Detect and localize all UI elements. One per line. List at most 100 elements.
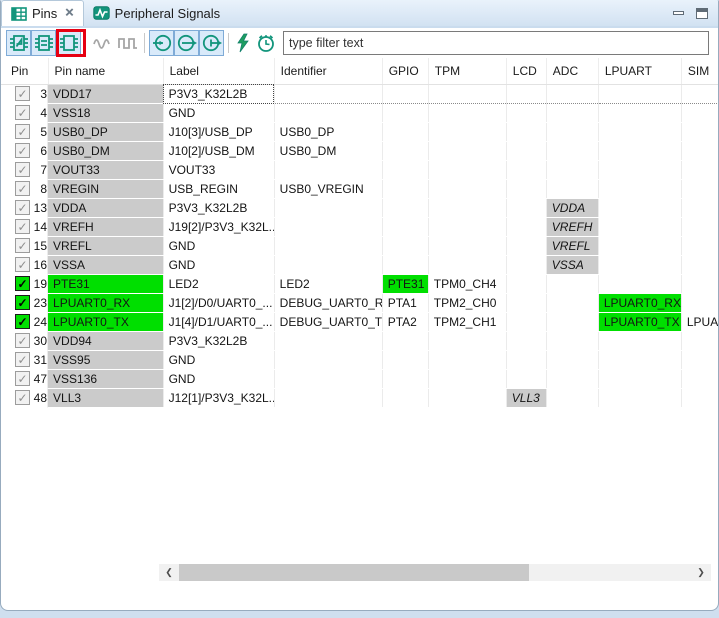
cell[interactable]: VREFL [48,237,163,256]
cell[interactable]: USB0_DP [48,123,163,142]
cell[interactable]: VDD94 [48,332,163,351]
cell[interactable] [382,351,428,370]
cell[interactable] [274,351,382,370]
table-row[interactable]: 16VSSAGNDVSSA [1,256,719,275]
pin-checkbox[interactable] [15,390,30,405]
cell[interactable] [428,332,506,351]
cell[interactable] [506,142,546,161]
table-row[interactable]: 30VDD94P3V3_K32L2B [1,332,719,351]
show-inout-signals-button[interactable] [174,30,199,56]
cell[interactable] [598,180,681,199]
cell[interactable]: LPUA [681,313,719,332]
cell[interactable] [382,104,428,123]
cell[interactable] [546,123,598,142]
cell[interactable] [506,161,546,180]
cell[interactable] [382,218,428,237]
column-header-sim[interactable]: SIM [681,58,719,84]
cell[interactable]: DEBUG_UART0_TX [274,313,382,332]
cell[interactable] [681,161,719,180]
cell[interactable] [506,275,546,294]
cell[interactable]: P3V3_K32L2B [163,332,274,351]
cell[interactable] [546,370,598,389]
cell[interactable] [546,84,598,104]
pin-checkbox[interactable] [15,352,30,367]
cell[interactable]: VDD17 [48,84,163,104]
cell[interactable] [681,199,719,218]
table-row[interactable]: 13VDDAP3V3_K32L2BVDDA [1,199,719,218]
column-header-pin-name[interactable]: Pin name [48,58,163,84]
cell[interactable]: J10[2]/USB_DM [163,142,274,161]
cell[interactable] [546,104,598,123]
cell[interactable]: VDDA [546,199,598,218]
cell[interactable] [681,142,719,161]
show-input-signals-button[interactable] [149,30,174,56]
tab-peripheral-signals[interactable]: Peripheral Signals [84,0,230,26]
cell[interactable] [506,218,546,237]
cell[interactable] [598,104,681,123]
cell[interactable] [274,256,382,275]
cell[interactable] [506,294,546,313]
cell[interactable]: USB0_DM [274,142,382,161]
cell[interactable] [428,351,506,370]
cell[interactable] [382,332,428,351]
cell[interactable] [598,275,681,294]
scrollbar-thumb[interactable] [179,564,529,581]
cell[interactable]: USB0_VREGIN [274,180,382,199]
cell[interactable] [382,142,428,161]
cell[interactable] [546,351,598,370]
cell[interactable]: LPUART0_TX [48,313,163,332]
pin-checkbox[interactable] [15,295,30,310]
column-header-identifier[interactable]: Identifier [274,58,382,84]
cell[interactable] [274,199,382,218]
cell[interactable]: PTA1 [382,294,428,313]
filter-input[interactable] [283,31,709,55]
cell[interactable]: VREFL [546,237,598,256]
cell[interactable]: VSS136 [48,370,163,389]
cell[interactable]: GND [163,370,274,389]
digital-signals-button[interactable] [115,30,140,56]
cell[interactable]: USB0_DP [274,123,382,142]
table-row[interactable]: 4VSS18GND [1,104,719,123]
cell[interactable] [274,332,382,351]
cell[interactable] [382,256,428,275]
cell[interactable] [598,142,681,161]
pin-checkbox[interactable] [15,143,30,158]
cell[interactable] [598,161,681,180]
pin-checkbox[interactable] [15,200,30,215]
cell[interactable] [598,256,681,275]
cell[interactable]: PTE31 [48,275,163,294]
cell[interactable] [274,389,382,408]
cell[interactable] [681,180,719,199]
close-icon[interactable]: ❌︎ [65,7,73,20]
analog-signals-button[interactable] [90,30,115,56]
cell[interactable] [428,237,506,256]
table-row[interactable]: 14VREFHJ19[2]/P3V3_K32L...VREFH [1,218,719,237]
table-row[interactable]: 5USB0_DPJ10[3]/USB_DPUSB0_DP [1,123,719,142]
cell[interactable] [428,161,506,180]
pin-checkbox[interactable] [15,276,30,291]
chip-list-view-button[interactable] [31,30,56,56]
table-row[interactable]: 48VLL3J12[1]/P3V3_K32L...VLL3 [1,389,719,408]
chip-route-view-button[interactable] [6,30,31,56]
cell[interactable]: VREFH [546,218,598,237]
table-row[interactable]: 3VDD17P3V3_K32L2B [1,84,719,104]
cell[interactable]: VLL3 [506,389,546,408]
cell[interactable] [598,218,681,237]
column-header-tpm[interactable]: TPM [428,58,506,84]
column-header-label[interactable]: Label [163,58,274,84]
cell[interactable] [274,84,382,104]
cell[interactable] [681,351,719,370]
cell[interactable]: J1[2]/D0/UART0_... [163,294,274,313]
scrollbar-track[interactable] [179,564,691,581]
maximize-icon[interactable] [696,8,708,19]
pin-checkbox[interactable] [15,257,30,272]
cell[interactable] [546,332,598,351]
table-row[interactable]: 15VREFLGNDVREFL [1,237,719,256]
cell[interactable]: TPM2_CH0 [428,294,506,313]
cell[interactable]: P3V3_K32L2B [163,199,274,218]
minimize-icon[interactable] [673,11,684,15]
cell[interactable]: J10[3]/USB_DP [163,123,274,142]
cell[interactable] [546,294,598,313]
cell[interactable] [428,84,506,104]
cell[interactable] [598,370,681,389]
